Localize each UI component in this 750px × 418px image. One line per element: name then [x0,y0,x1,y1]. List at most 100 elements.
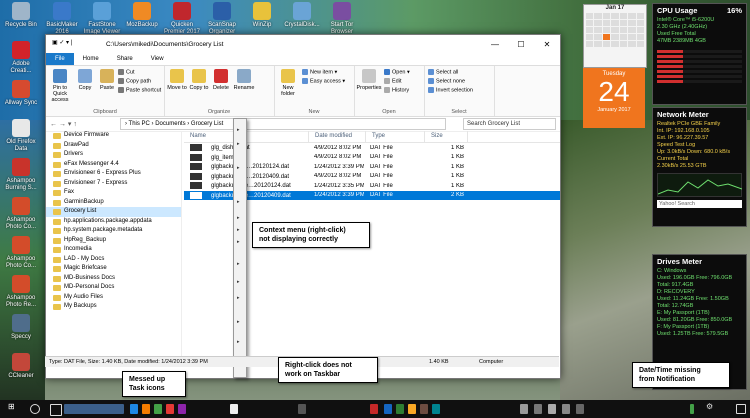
tray-icon-1[interactable] [520,404,528,414]
taskbar[interactable]: ⊞ ⚙ [0,400,750,418]
nav-folder-item[interactable]: Magic Briefcase [46,264,181,274]
nav-folder-item[interactable]: LAD - My Docs [46,255,181,265]
move-to-button[interactable]: Move to [166,69,188,91]
nav-folder-item[interactable]: DrawPad [46,141,181,151]
easy-access-button[interactable]: Easy access ▾ [302,78,345,84]
nav-folder-item[interactable]: Envisioneer 7 - Express [46,179,181,189]
submenu-arrow-icon[interactable]: ▸ [237,261,240,267]
nav-folder-item[interactable]: MD-Personal Docs [46,283,181,293]
desktop-icon[interactable]: Ashampoo Photo Re... [1,275,41,309]
pinned-app-4[interactable] [166,404,174,414]
desktop-icon[interactable]: Old Firefox Data [1,119,41,153]
desktop-icon[interactable]: ScanSnap Organizer [202,2,242,36]
copy-path-button[interactable]: Copy path [118,78,151,84]
pinned-app-9[interactable] [384,404,392,414]
submenu-arrow-icon[interactable]: ▸ [237,199,240,205]
submenu-arrow-icon[interactable]: ▸ [237,141,240,147]
desktop-icon[interactable]: Adobe Creati... [1,41,41,75]
desktop-icon[interactable]: FastStone Image Viewer [82,2,122,36]
nav-folder-item[interactable]: GarminBackup [46,198,181,208]
pinned-app-blue[interactable] [64,404,124,414]
nav-folder-item[interactable]: Device Firmware [46,131,181,141]
nav-folder-item[interactable]: Drivers [46,150,181,160]
paste-button[interactable]: Paste [96,69,118,91]
tray-icon-3[interactable] [548,404,556,414]
tab-file[interactable]: File [46,53,74,65]
tray-icon-5[interactable] [576,404,584,414]
history-button[interactable]: History [384,87,409,93]
desktop-icon[interactable]: Recycle Bin [1,2,41,29]
submenu-arrow-icon[interactable]: ▸ [237,295,240,301]
tab-home[interactable]: Home [74,56,108,62]
nav-folder-item[interactable]: HpReg_Backup [46,236,181,246]
address-bar[interactable]: › This PC › Documents › Grocery List [120,118,446,130]
network-tray-icon[interactable]: ⚙ [706,402,714,412]
new-folder-button[interactable]: New folder [276,69,300,97]
nav-folder-item[interactable]: My Backups [46,302,181,312]
nav-folder-item[interactable]: Envisioneer 6 - Express Plus [46,169,181,179]
submenu-arrow-icon[interactable]: ▸ [237,165,240,171]
cut-button[interactable]: Cut [118,69,135,75]
tray-icon-4[interactable] [562,404,570,414]
maximize-button[interactable]: ☐ [508,40,534,49]
action-center-icon[interactable] [736,404,746,414]
new-item-button[interactable]: New item ▾ [302,69,337,75]
pinned-app-13[interactable] [432,404,440,414]
submenu-arrow-icon[interactable]: ▸ [237,227,240,233]
nav-folder-item[interactable]: My Audio Files [46,293,181,303]
pinned-app-10[interactable] [396,404,404,414]
desktop-icon[interactable]: Ashampoo Photo Co... [1,236,41,270]
desktop-icon[interactable]: Ashampoo Photo Co... [1,197,41,231]
pinned-app-12[interactable] [420,404,428,414]
pinned-app-6[interactable] [230,404,238,414]
col-type[interactable]: Type [366,131,425,142]
submenu-arrow-icon[interactable]: ▸ [237,215,240,221]
copy-to-button[interactable]: Copy to [188,69,210,91]
submenu-arrow-icon[interactable]: ▸ [237,339,240,345]
start-icon[interactable]: ⊞ [8,402,16,412]
select-all-button[interactable]: Select all [428,69,458,75]
desktop-icon[interactable]: Allway Sync [1,80,41,107]
submenu-arrow-icon[interactable]: ▸ [237,279,240,285]
desktop-icon[interactable]: Speccy [1,314,41,341]
title-bar[interactable]: ▣ ✓ ▾ | C:\Users\mikedi\Documents\Grocer… [46,35,560,53]
nav-folder-item[interactable]: hp.system.package.metadata [46,226,181,236]
select-none-button[interactable]: Select none [428,78,465,84]
tab-view[interactable]: View [142,56,173,62]
nav-folder-item[interactable]: eFax Messenger 4.4 [46,160,181,170]
tab-share[interactable]: Share [108,56,142,62]
tray-indicator[interactable] [690,404,694,414]
invert-selection-button[interactable]: Invert selection [428,87,473,93]
nav-buttons[interactable]: ← → ▾ ↑ [46,120,110,128]
desktop-icon[interactable]: WinZip [242,2,282,29]
minimize-button[interactable]: — [482,40,508,49]
context-menu[interactable]: ▸ ▸ ▸ ▸ ▸ ▸ ▸ ▸ ▸ ▸ ▸ ▸ [233,118,247,378]
rename-button[interactable]: Rename [232,69,256,91]
nav-folder-item[interactable]: Incomedia [46,245,181,255]
edit-button[interactable]: Edit [384,78,401,84]
close-button[interactable]: ✕ [534,40,560,49]
pinned-app-1[interactable] [130,404,138,414]
open-button[interactable]: Open ▾ [384,69,410,75]
pin-button[interactable]: Pin to Quick access [48,69,72,103]
nav-folder-item[interactable]: Fax [46,188,181,198]
copy-button[interactable]: Copy [74,69,96,91]
nav-folder-item[interactable]: MD-Business Docs [46,274,181,284]
task-view-icon[interactable] [50,404,62,416]
pinned-app-8[interactable] [370,404,378,414]
submenu-arrow-icon[interactable]: ▸ [237,239,240,245]
tray-icon-2[interactable] [534,404,542,414]
pinned-app-7[interactable] [298,404,306,414]
desktop-icon[interactable]: Start Tor Browser [322,2,362,36]
delete-button[interactable]: Delete [210,69,232,91]
submenu-arrow-icon[interactable]: ▸ [237,127,240,133]
col-date[interactable]: Date modified [309,131,366,142]
pinned-app-2[interactable] [142,404,150,414]
desktop-icon[interactable]: Quicken Premier 2017 [162,2,202,36]
desktop-icon[interactable]: CCleaner [1,353,41,380]
yahoo-search-box[interactable]: Yahoo! Search [657,200,742,208]
pinned-app-3[interactable] [154,404,162,414]
desktop-icon[interactable]: CrystalDisk... [282,2,322,29]
nav-folder-item[interactable]: Grocery List [46,207,181,217]
properties-button[interactable]: Properties [356,69,382,91]
